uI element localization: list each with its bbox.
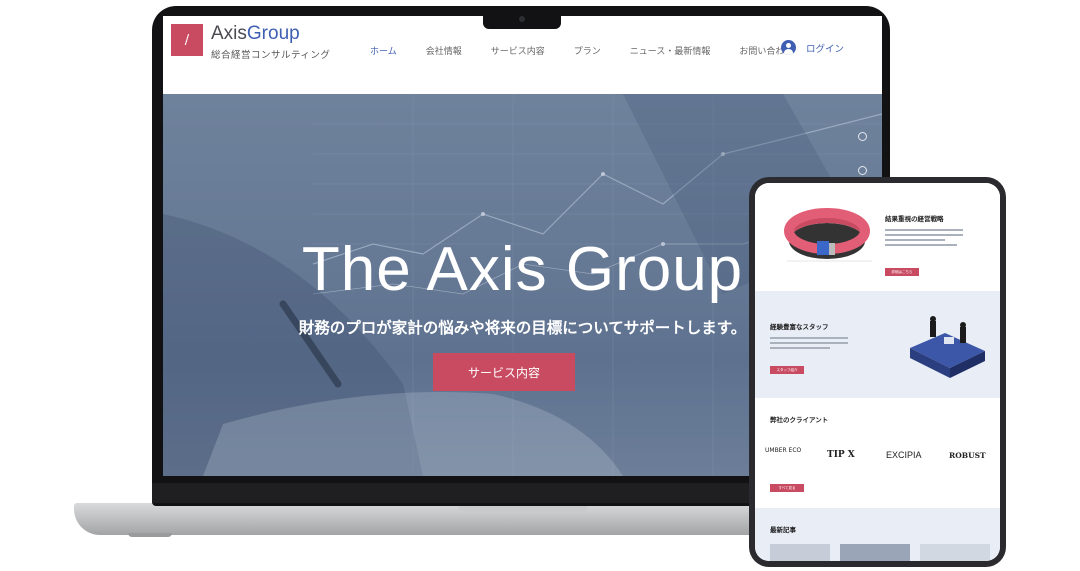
- mobile-staff-section: 経験豊富なスタッフ スタッフ紹介: [755, 291, 1000, 398]
- slider-dot[interactable]: [858, 166, 867, 175]
- login-label: ログイン: [806, 43, 845, 55]
- mobile-site: 結果重視の経営戦略 詳細はこちら 経験豊富なスタッフ スタッフ紹介 弊社のクライ…: [755, 183, 1000, 561]
- nav-item-news[interactable]: ニュース・最新情報: [630, 44, 711, 57]
- logo-mark[interactable]: /: [171, 24, 203, 56]
- mobile-body-text: [770, 337, 848, 339]
- mobile-section-title: 経験豊富なスタッフ: [770, 323, 829, 331]
- nav-item-company[interactable]: 会社情報: [426, 44, 462, 57]
- camera-notch: [483, 12, 561, 29]
- mobile-body-text: [885, 234, 963, 236]
- mobile-view-all-button[interactable]: すべて見る: [770, 484, 804, 492]
- news-thumbnail[interactable]: [920, 544, 990, 561]
- user-avatar-icon: [781, 40, 796, 55]
- client-logo-umber: UMBER ECO: [765, 447, 802, 454]
- client-logo-tipox: TIP X: [827, 450, 855, 460]
- mobile-body-text: [885, 244, 957, 246]
- mobile-body-text: [770, 342, 848, 344]
- brand-name[interactable]: AxisGroup: [211, 23, 300, 45]
- brand-tagline: 総合経営コンサルティング: [211, 50, 331, 61]
- mobile-clients-section: 弊社のクライアント UMBER ECO TIP X EXCIPIA ROBUST…: [755, 398, 1000, 508]
- brand-name-suffix: Group: [246, 23, 300, 44]
- mobile-news-section: 最新記事: [755, 508, 1000, 561]
- news-thumbnail[interactable]: [770, 544, 830, 561]
- mobile-section-title: 弊社のクライアント: [770, 416, 829, 424]
- mobile-strategy-section: 結果重視の経営戦略 詳細はこちら: [755, 183, 1000, 291]
- nav-item-plans[interactable]: プラン: [574, 44, 601, 57]
- login-button[interactable]: ログイン: [781, 40, 844, 55]
- client-logo-excipia: EXCIPIA: [886, 450, 922, 460]
- slider-dot[interactable]: [858, 132, 867, 141]
- client-logo-robust: ROBUST: [949, 451, 986, 460]
- mobile-body-text: [885, 239, 945, 241]
- hero-services-button[interactable]: サービス内容: [433, 353, 575, 391]
- office-illustration-image: [910, 316, 985, 378]
- ring-chart-image: [784, 208, 872, 262]
- nav-item-home[interactable]: ホーム: [370, 44, 397, 57]
- mobile-body-text: [885, 229, 963, 231]
- main-nav: ホーム 会社情報 サービス内容 プラン ニュース・最新情報 お問い合わせ: [370, 44, 822, 57]
- mobile-staff-button[interactable]: スタッフ紹介: [770, 366, 804, 374]
- mobile-section-title: 最新記事: [770, 526, 796, 534]
- mobile-details-button[interactable]: 詳細はこちら: [885, 268, 919, 276]
- laptop-foot: [128, 533, 172, 537]
- nav-item-services[interactable]: サービス内容: [491, 44, 545, 57]
- news-thumbnail[interactable]: [840, 544, 910, 561]
- brand-name-prefix: Axis: [211, 23, 247, 44]
- mobile-section-title: 結果重視の経営戦略: [885, 215, 944, 223]
- mobile-body-text: [770, 347, 830, 349]
